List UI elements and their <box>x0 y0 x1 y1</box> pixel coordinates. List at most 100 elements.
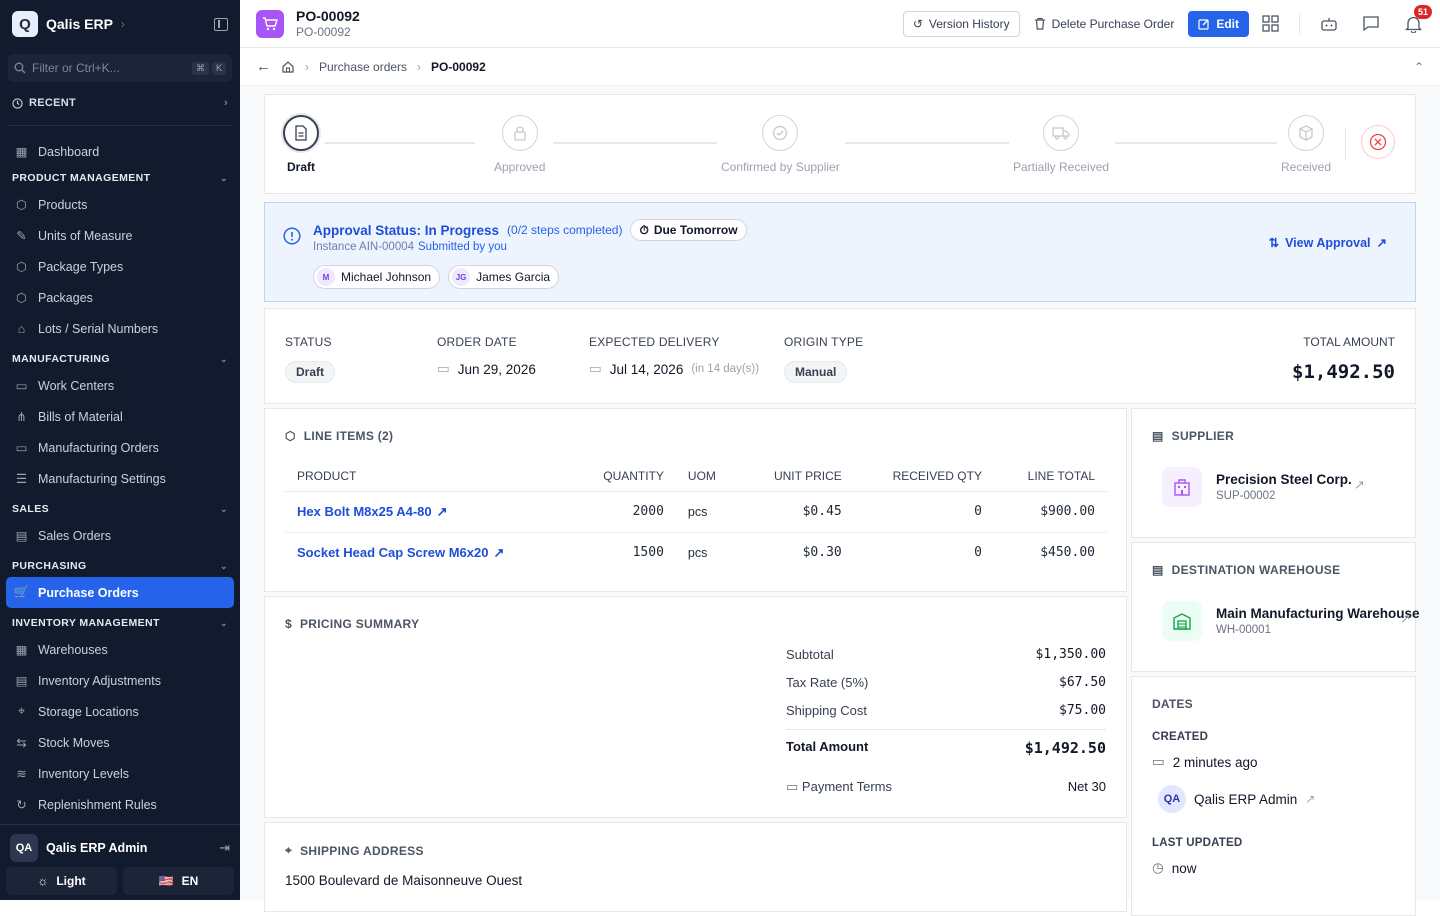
theme-toggle-button[interactable]: ☼ Light <box>6 867 117 895</box>
step-confirmed-by-supplier[interactable]: Confirmed by Supplier <box>721 115 840 174</box>
tax-row: Tax Rate (5%) $67.50 <box>786 675 1106 690</box>
grid-icon: ▦ <box>15 145 28 159</box>
sidebar-item-work-centers[interactable]: ▭ Work Centers <box>0 370 240 401</box>
product-link[interactable]: Hex Bolt M8x25 A4-80 ↗ <box>297 504 448 520</box>
shipping-cost-row: Shipping Cost $75.00 <box>786 703 1106 718</box>
unit-price-cell: $0.30 <box>802 545 842 561</box>
breadcrumb-link-purchase-orders[interactable]: Purchase orders <box>319 60 407 74</box>
quantity-cell: 1500 <box>632 545 664 561</box>
map-pin-icon: ⌖ <box>285 843 293 857</box>
supplier-entity[interactable]: Precision Steel Corp. SUP-00002 <box>1162 467 1352 507</box>
column-header[interactable]: QUANTITY <box>571 461 676 492</box>
sidebar-item-bills-of-material[interactable]: ⋔ Bills of Material <box>0 401 240 432</box>
filter-placeholder: Filter or Ctrl+K... <box>32 61 120 75</box>
sidebar-section-manufacturing[interactable]: MANUFACTURING ⌄ <box>0 348 240 370</box>
total-amount-label: TOTAL AMOUNT <box>1303 335 1395 349</box>
chevron-right-icon[interactable]: › <box>121 17 125 31</box>
layers-icon: ≋ <box>16 767 27 781</box>
avatar: QA <box>10 834 38 862</box>
home-icon[interactable] <box>281 60 295 74</box>
sidebar-item-stock-moves[interactable]: ⇆ Stock Moves <box>0 727 240 758</box>
avatar: M <box>317 268 335 286</box>
theme-label: Light <box>56 874 86 888</box>
sidebar-section-product-management[interactable]: PRODUCT MANAGEMENT ⌄ <box>0 167 240 189</box>
pricing-title: $ PRICING SUMMARY <box>285 617 419 631</box>
sidebar-item-sales-orders[interactable]: ▤ Sales Orders <box>0 520 240 551</box>
search-icon <box>14 62 26 74</box>
app-name[interactable]: Qalis ERP <box>46 16 113 32</box>
external-link-icon[interactable]: ↗ <box>1354 477 1365 493</box>
uom-cell: pcs <box>687 545 708 560</box>
sidebar-item-lots-serial-numbers[interactable]: ⌂ Lots / Serial Numbers <box>0 313 240 344</box>
approver-chip[interactable]: JG James Garcia <box>448 265 560 289</box>
approvers-list: M Michael Johnson JG James Garcia <box>313 265 560 289</box>
sidebar-section-sales[interactable]: SALES ⌄ <box>0 498 240 520</box>
sidebar-item-units-of-measure[interactable]: ✎ Units of Measure <box>0 220 240 251</box>
back-arrow-icon[interactable]: ← <box>256 58 271 75</box>
view-approval-link[interactable]: ⇅ View Approval ↗ <box>1269 235 1387 251</box>
column-header[interactable]: UNIT PRICE <box>740 461 854 492</box>
notification-badge: 51 <box>1413 4 1432 19</box>
truck-icon <box>1043 115 1080 151</box>
section-title: MANUFACTURING <box>12 353 110 365</box>
step-received[interactable]: Received <box>1281 115 1331 174</box>
language-button[interactable]: 🇺🇸 EN <box>123 867 234 895</box>
column-header[interactable]: PRODUCT <box>285 461 572 492</box>
chat-icon[interactable] <box>1360 13 1382 35</box>
sidebar-filter-input[interactable]: Filter or Ctrl+K... ⌘ K <box>8 54 232 82</box>
sidebar-nav: ▦ Dashboard PRODUCT MANAGEMENT ⌄ ⬡ Products ✎… <box>0 136 240 820</box>
sidebar-item-inventory-levels[interactable]: ≋ Inventory Levels <box>0 758 240 789</box>
payment-terms-value: Net 30 <box>1067 779 1106 794</box>
logout-icon[interactable]: ⇥ <box>219 840 230 856</box>
edit-button[interactable]: Edit <box>1188 10 1249 37</box>
app-logo[interactable]: Q <box>12 11 38 37</box>
chevron-up-icon[interactable]: ⌃ <box>1414 60 1424 74</box>
approver-chip[interactable]: M Michael Johnson <box>313 265 441 289</box>
external-link-icon[interactable]: ↗ <box>1400 611 1411 627</box>
user-profile[interactable]: QA Qalis ERP Admin ⇥ <box>0 829 240 867</box>
product-link[interactable]: Socket Head Cap Screw M6x20 ↗ <box>297 545 504 561</box>
sidebar-item-dashboard[interactable]: ▦ Dashboard <box>0 136 240 167</box>
warehouse-entity[interactable]: Main Manufacturing Warehouse WH-00001 <box>1162 601 1420 641</box>
line-items-card: ⬡ LINE ITEMS (2) PRODUCT QUANTITY UOM UNI… <box>264 408 1127 592</box>
sidebar-item-products[interactable]: ⬡ Products <box>0 189 240 220</box>
apps-grid-icon[interactable] <box>1259 13 1281 35</box>
sidebar-item-packages[interactable]: ⬡ Packages <box>0 282 240 313</box>
warehouse-icon <box>1162 601 1202 641</box>
creator-row[interactable]: QA Qalis ERP Admin ↗ <box>1158 785 1315 813</box>
sidebar-item-package-types[interactable]: ⬡ Package Types <box>0 251 240 282</box>
step-approved[interactable]: Approved <box>494 115 545 174</box>
sidebar-item-warehouses[interactable]: ▦ Warehouses <box>0 634 240 665</box>
sidebar-item-manufacturing-settings[interactable]: ☰ Manufacturing Settings <box>0 463 240 494</box>
column-header[interactable]: LINE TOTAL <box>993 461 1107 492</box>
user-name: Qalis ERP Admin <box>46 841 148 855</box>
box-icon: ⬡ <box>16 198 27 212</box>
payment-terms-row: ▭ Payment Terms Net 30 <box>786 779 1106 795</box>
card-title-label: DESTINATION WAREHOUSE <box>1171 563 1341 577</box>
sliders-icon: ☰ <box>15 472 28 486</box>
cart-icon: 🛒 <box>13 585 30 599</box>
bell-icon[interactable]: 51 <box>1402 4 1432 35</box>
bot-icon[interactable] <box>1318 13 1340 35</box>
column-header[interactable]: RECEIVED QTY <box>853 461 994 492</box>
total-row: Total Amount $1,492.50 <box>786 739 1106 757</box>
sidebar-section-purchasing[interactable]: PURCHASING ⌄ <box>0 555 240 577</box>
sidebar-item-storage-locations[interactable]: ⌖ Storage Locations <box>0 696 240 727</box>
sidebar-item-replenishment-rules[interactable]: ↻ Replenishment Rules <box>0 789 240 820</box>
sidebar-section-inventory-management[interactable]: INVENTORY MANAGEMENT ⌄ <box>0 612 240 634</box>
sidebar-item-purchase-orders[interactable]: 🛒 Purchase Orders <box>6 577 234 608</box>
delete-purchase-order-button[interactable]: Delete Purchase Order <box>1030 17 1179 31</box>
recent-toggle[interactable]: RECENT › <box>0 92 240 114</box>
step-draft[interactable]: Draft <box>283 115 319 174</box>
collapse-sidebar-icon[interactable] <box>214 17 228 31</box>
divider <box>1345 127 1346 161</box>
column-header[interactable]: UOM <box>675 461 741 492</box>
supplier-card: ▤ SUPPLIER Precision Steel Corp. SUP-00002… <box>1131 408 1416 538</box>
cancel-order-icon[interactable] <box>1361 125 1395 159</box>
version-history-button[interactable]: ↺ Version History <box>902 10 1020 37</box>
field-label: ORIGIN TYPE <box>784 335 864 349</box>
step-partially-received[interactable]: Partially Received <box>1013 115 1109 174</box>
sidebar-item-inventory-adjustments[interactable]: ▤ Inventory Adjustments <box>0 665 240 696</box>
sidebar-item-manufacturing-orders[interactable]: ▭ Manufacturing Orders <box>0 432 240 463</box>
view-approval-label: View Approval <box>1285 235 1371 250</box>
